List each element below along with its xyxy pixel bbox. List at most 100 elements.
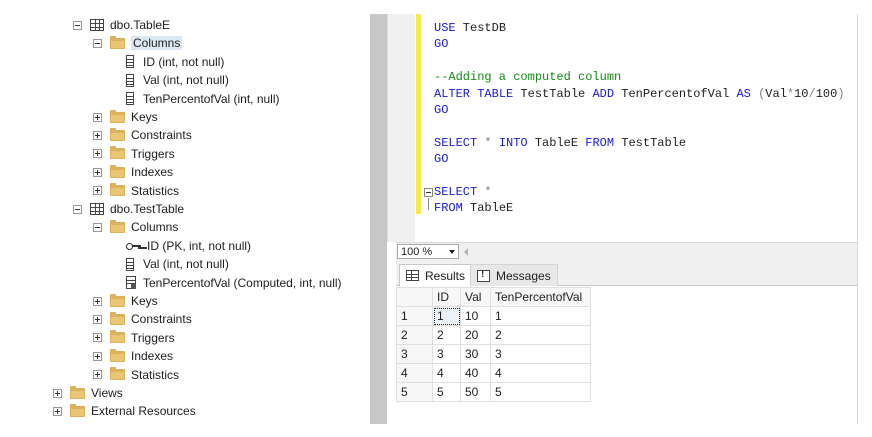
expand-plus-icon[interactable] bbox=[93, 149, 102, 159]
code-token: SELECT bbox=[434, 135, 478, 150]
code-line[interactable]: --Adding a computed column bbox=[434, 69, 621, 85]
collapse-region-icon[interactable] bbox=[424, 188, 433, 197]
code-token: GO bbox=[434, 152, 449, 167]
column-header-id[interactable]: ID bbox=[432, 287, 461, 307]
row-number[interactable]: 1 bbox=[396, 306, 433, 326]
tree-node[interactable]: dbo.TestTable bbox=[73, 200, 184, 218]
tree-node[interactable]: Statistics bbox=[93, 366, 179, 384]
table-row[interactable]: 5 5 50 5 bbox=[396, 382, 591, 402]
grid-cell[interactable]: 2 bbox=[432, 325, 461, 345]
tree-node-label: Statistics bbox=[131, 183, 180, 198]
row-number[interactable]: 3 bbox=[396, 344, 433, 364]
column-header-val[interactable]: Val bbox=[460, 287, 491, 307]
tree-node-label: Triggers bbox=[131, 146, 175, 161]
grid-cell[interactable]: 2 bbox=[490, 325, 591, 345]
scroll-left-icon[interactable] bbox=[464, 247, 468, 256]
tree-node[interactable]: dbo.TableE bbox=[73, 16, 170, 34]
expand-plus-icon[interactable] bbox=[93, 167, 102, 177]
row-number[interactable]: 4 bbox=[396, 363, 433, 383]
code-line[interactable]: USE TestDB bbox=[434, 20, 506, 36]
folder-icon bbox=[70, 385, 85, 399]
code-token: * bbox=[484, 135, 492, 150]
tree-node[interactable]: TenPercentofVal (Computed, int, null) bbox=[109, 274, 342, 292]
tree-node[interactable]: Constraints bbox=[93, 310, 192, 328]
tree-node[interactable]: Indexes bbox=[93, 163, 173, 181]
grid-cell[interactable]: 3 bbox=[490, 344, 591, 364]
grid-cell[interactable]: 5 bbox=[490, 382, 591, 402]
tree-node[interactable]: Triggers bbox=[93, 145, 175, 163]
expand-plus-icon[interactable] bbox=[93, 370, 102, 380]
expand-plus-icon[interactable] bbox=[93, 112, 102, 122]
grid-header-row: ID Val TenPercentofVal bbox=[396, 287, 591, 307]
tree-node[interactable]: Constraints bbox=[93, 126, 192, 144]
collapse-minus-icon[interactable] bbox=[93, 38, 102, 48]
code-line[interactable]: GO bbox=[434, 36, 448, 52]
expand-plus-icon[interactable] bbox=[93, 333, 102, 343]
grid-cell[interactable]: 30 bbox=[460, 344, 491, 364]
code-line[interactable]: GO bbox=[434, 151, 448, 167]
tree-node[interactable]: External Resources bbox=[53, 402, 196, 420]
folder-icon bbox=[70, 403, 85, 417]
grid-cell[interactable]: 4 bbox=[432, 363, 461, 383]
grid-cell[interactable]: 3 bbox=[432, 344, 461, 364]
tree-node[interactable]: ID (int, not null) bbox=[109, 53, 224, 71]
code-line[interactable]: SELECT * bbox=[434, 184, 492, 200]
table-row[interactable]: 3 3 30 3 bbox=[396, 344, 591, 364]
code-line[interactable]: SELECT * INTO TableE FROM TestTable bbox=[434, 135, 686, 151]
pane-splitter[interactable] bbox=[370, 14, 387, 424]
folder-icon bbox=[110, 164, 125, 178]
grid-cell[interactable]: 5 bbox=[432, 382, 461, 402]
tree-node[interactable]: Val (int, not null) bbox=[109, 71, 229, 89]
code-line[interactable]: FROM TableE bbox=[434, 200, 513, 216]
tree-node-label: Statistics bbox=[131, 367, 180, 382]
tree-node[interactable]: Keys bbox=[93, 292, 158, 310]
tree-node[interactable]: Views bbox=[53, 384, 123, 402]
grid-cell[interactable]: 10 bbox=[460, 306, 491, 326]
table-row[interactable]: 2 2 20 2 bbox=[396, 325, 591, 345]
tree-node[interactable]: Columns bbox=[93, 34, 183, 52]
tab-results[interactable]: Results bbox=[399, 264, 473, 287]
expand-plus-icon[interactable] bbox=[93, 351, 102, 361]
tree-node[interactable]: Triggers bbox=[93, 329, 175, 347]
folder-icon bbox=[110, 330, 125, 344]
collapse-minus-icon[interactable] bbox=[73, 204, 82, 214]
collapse-minus-icon[interactable] bbox=[93, 222, 102, 232]
grid-cell[interactable]: 1 bbox=[490, 306, 591, 326]
folder-icon bbox=[110, 35, 125, 49]
expand-plus-icon[interactable] bbox=[93, 130, 102, 140]
expand-plus-icon[interactable] bbox=[93, 296, 102, 306]
column-header-tenpercentofval[interactable]: TenPercentofVal bbox=[490, 287, 591, 307]
code-token: * bbox=[484, 185, 492, 199]
tree-node[interactable]: TenPercentofVal (int, null) bbox=[109, 90, 280, 108]
collapse-minus-icon[interactable] bbox=[73, 20, 82, 30]
tab-messages[interactable]: Messages bbox=[470, 264, 558, 286]
table-row[interactable]: 1 1 10 1 bbox=[396, 306, 591, 326]
code-line[interactable]: GO bbox=[434, 102, 448, 118]
tree-node[interactable]: Val (int, not null) bbox=[109, 255, 229, 273]
grid-cell[interactable]: 20 bbox=[460, 325, 491, 345]
code-line[interactable]: ALTER TABLE TestTable ADD TenPercentofVa… bbox=[434, 86, 845, 102]
grid-cell[interactable]: 50 bbox=[460, 382, 491, 402]
grid-cell[interactable]: 4 bbox=[490, 363, 591, 383]
expand-plus-icon[interactable] bbox=[93, 186, 102, 196]
expand-plus-icon[interactable] bbox=[53, 388, 62, 398]
row-number[interactable]: 2 bbox=[396, 325, 433, 345]
tree-node-label: Val (int, not null) bbox=[143, 257, 229, 272]
table-row[interactable]: 4 4 40 4 bbox=[396, 363, 591, 383]
column-icon bbox=[126, 257, 134, 271]
tree-node[interactable]: Indexes bbox=[93, 347, 173, 365]
tree-node[interactable]: Columns bbox=[93, 218, 178, 236]
tree-node[interactable]: Keys bbox=[93, 108, 158, 126]
tree-node[interactable]: ID (PK, int, not null) bbox=[109, 237, 251, 255]
folder-icon bbox=[110, 219, 125, 233]
grid-cell[interactable]: 1 bbox=[432, 306, 461, 326]
expand-plus-icon[interactable] bbox=[53, 406, 62, 416]
grid-cell[interactable]: 40 bbox=[460, 363, 491, 383]
expand-plus-icon[interactable] bbox=[93, 314, 102, 324]
row-number[interactable]: 5 bbox=[396, 382, 433, 402]
zoom-dropdown[interactable]: 100 % bbox=[397, 244, 459, 259]
grid-corner[interactable] bbox=[396, 287, 433, 307]
query-editor[interactable]: USE TestDB GO --Adding a computed column AL… bbox=[421, 14, 857, 242]
tree-node[interactable]: Statistics bbox=[93, 182, 179, 200]
